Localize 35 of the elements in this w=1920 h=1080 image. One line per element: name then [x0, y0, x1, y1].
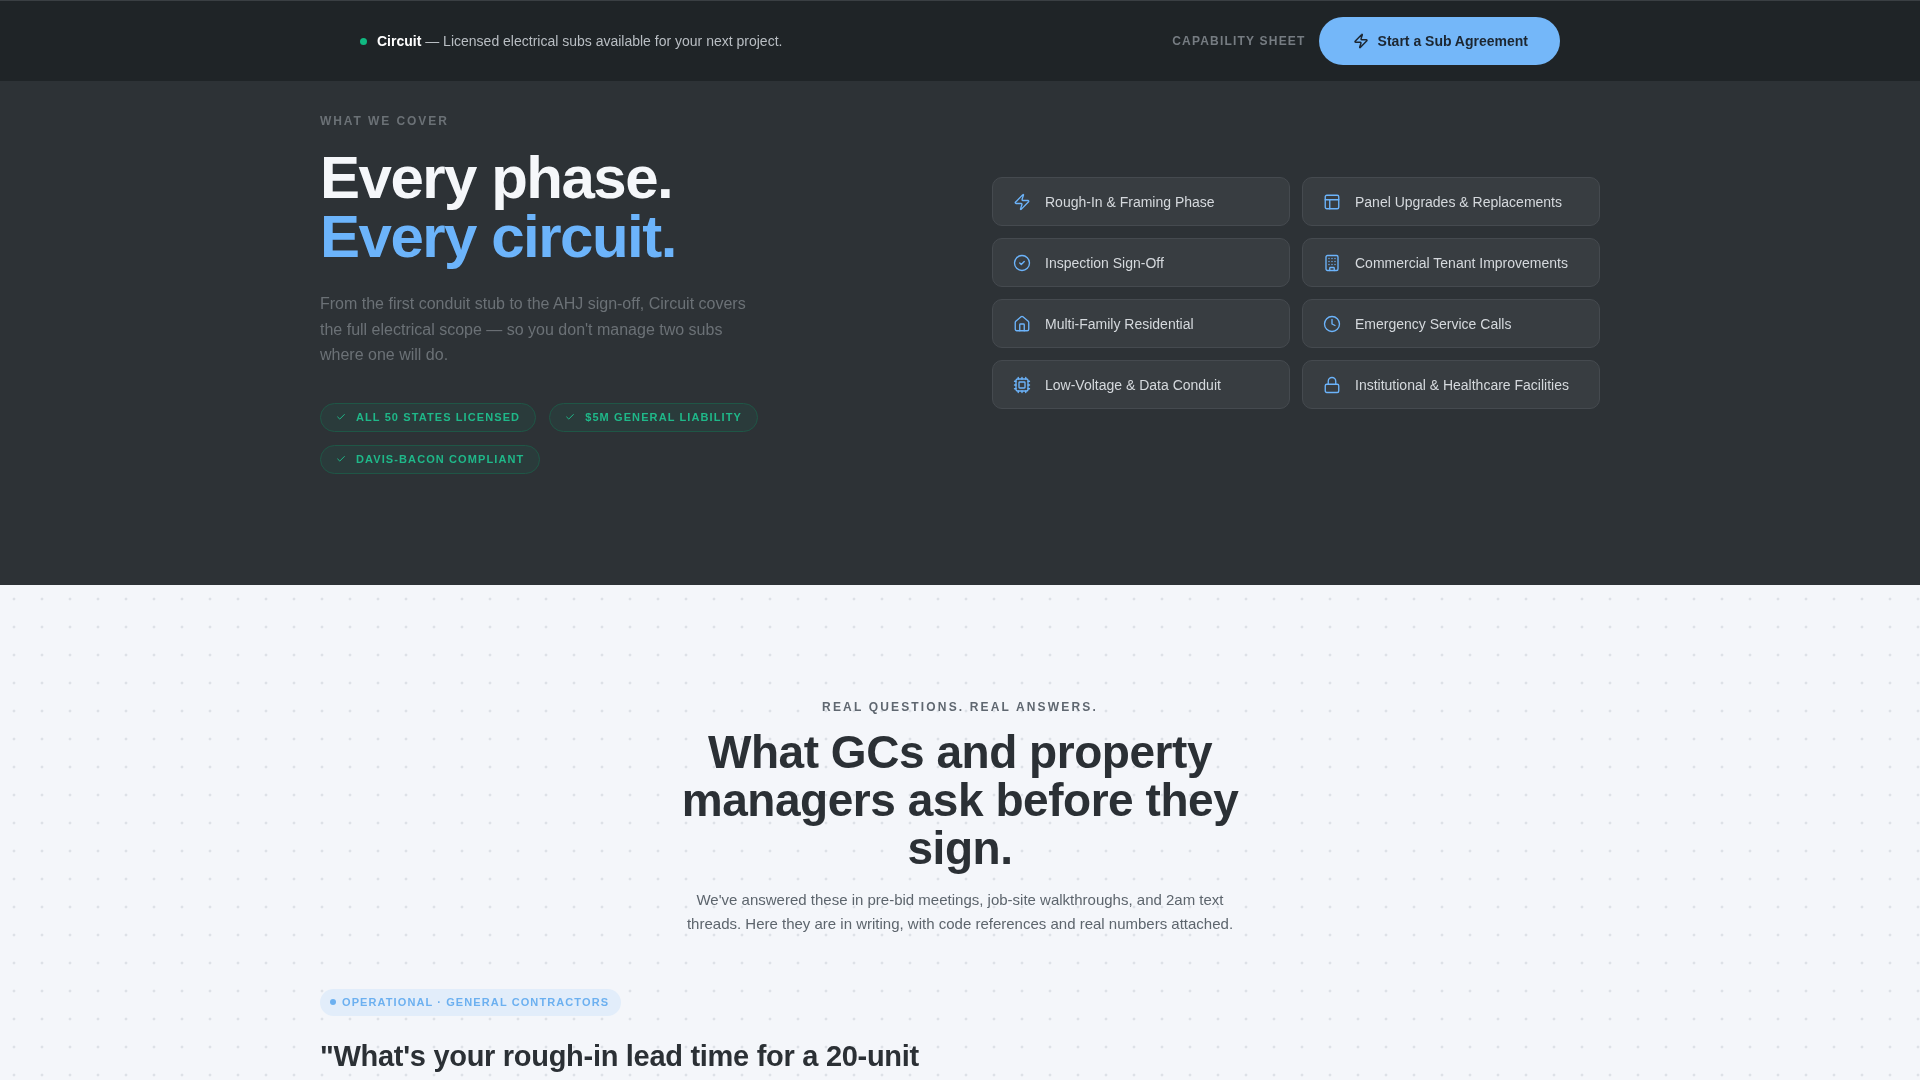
- credential-label: $5M GENERAL LIABILITY: [585, 411, 742, 424]
- check-circle-icon: [1013, 253, 1031, 272]
- check-icon: [336, 412, 346, 423]
- announcement-text: Circuit — Licensed electrical subs available for your next project.: [377, 33, 783, 49]
- house-icon: [1013, 314, 1031, 333]
- check-icon: [336, 454, 346, 465]
- service-label: Multi-Family Residential: [1045, 315, 1194, 332]
- clock-icon: [1323, 314, 1341, 333]
- service-label: Emergency Service Calls: [1355, 315, 1512, 332]
- question-heading: "What's your rough-in lead time for a 20-unit: [320, 1038, 919, 1074]
- panel-layout-icon: [1323, 192, 1341, 211]
- lightning-bolt-icon: [1013, 192, 1031, 211]
- hero-description: From the first conduit stub to the AHJ sign-off, Circuit covers the full electrical scope — so you don't manage two subs where one will do.: [320, 294, 747, 366]
- service-label: Institutional & Healthcare Facilities: [1355, 376, 1569, 393]
- service-label: Inspection Sign-Off: [1045, 254, 1164, 271]
- credential-label: DAVIS-BACON COMPLIANT: [356, 453, 525, 466]
- building-icon: [1323, 253, 1341, 272]
- start-agreement-button[interactable]: Start a Sub Agreement: [1318, 17, 1560, 65]
- chip-icon: [1013, 375, 1031, 394]
- faq-title: What GCs and property managers ask before they sign.: [680, 727, 1240, 872]
- section-eyebrow: WHAT WE COVER: [320, 113, 449, 129]
- credential-label: ALL 50 STATES LICENSED: [356, 411, 521, 424]
- service-label: Commercial Tenant Improvements: [1355, 254, 1568, 271]
- check-icon: [565, 412, 576, 423]
- service-label: Low-Voltage & Data Conduit: [1045, 376, 1221, 393]
- faq-intro: We've answered these in pre-bid meetings, job-site walkthroughs, and 2am text threads. Here they are in writing, with code references and real numbers attached.: [685, 889, 1235, 935]
- status-dot-icon: [360, 37, 367, 45]
- category-label: OPERATIONAL · GENERAL CONTRACTORS: [342, 996, 610, 1009]
- lightning-bolt-icon: [1352, 33, 1369, 49]
- capability-sheet-link[interactable]: CAPABILITY SHEET: [1172, 34, 1306, 48]
- service-label: Panel Upgrades & Replacements: [1355, 193, 1562, 210]
- padlock-icon: [1323, 375, 1341, 394]
- service-label: Rough-In & Framing Phase: [1045, 193, 1215, 210]
- dot-icon: [330, 999, 336, 1006]
- section-eyebrow: REAL QUESTIONS. REAL ANSWERS.: [822, 698, 1098, 715]
